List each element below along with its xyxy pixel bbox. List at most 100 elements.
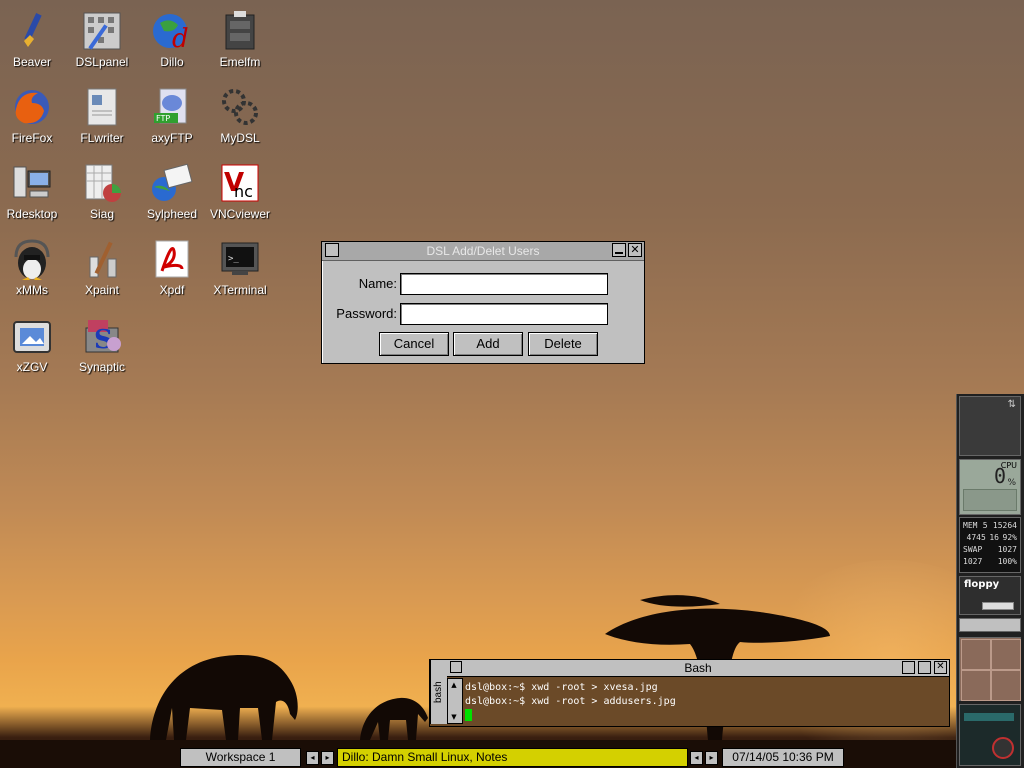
desktop-icon-label: xZGV <box>16 360 48 374</box>
memory-cell: 16 <box>989 533 999 542</box>
dock-control-strip[interactable] <box>959 618 1021 632</box>
close-button[interactable]: ✕ <box>628 243 642 257</box>
minimize-button[interactable] <box>612 243 626 257</box>
sylpheed-icon <box>150 161 194 205</box>
terminal-titlebar[interactable]: Bash ✕ <box>447 660 949 677</box>
desktop-icon-label: FireFox <box>11 131 53 145</box>
memory-row: SWAP 1027 <box>963 544 1017 556</box>
svg-text:>_: >_ <box>228 254 239 264</box>
terminal-menu-button[interactable] <box>450 661 462 673</box>
task-prev-button[interactable]: ◂ <box>690 751 703 765</box>
desktop-icon-synaptic[interactable]: S Synaptic <box>67 310 137 382</box>
pager-cell-3[interactable] <box>961 670 991 701</box>
terminal-scrollbar[interactable]: ▲ ▼ <box>447 678 463 724</box>
terminal-maximize-button[interactable] <box>918 661 931 674</box>
xzgv-icon <box>10 314 54 358</box>
password-input[interactable] <box>400 303 608 325</box>
pager-cell-1[interactable] <box>961 639 991 670</box>
desktop-icon-sylpheed[interactable]: Sylpheed <box>137 157 207 229</box>
desktop-icon-axyftp[interactable]: FTP axyFTP <box>137 81 207 153</box>
desktop-icon-beaver[interactable]: Beaver <box>0 5 67 77</box>
memory-cell: 4745 <box>966 533 986 542</box>
desktop-icon-label: Beaver <box>12 55 52 69</box>
desktop-icon-vncviewer[interactable]: Vnc VNCviewer <box>205 157 275 229</box>
taskbar-task-label: Dillo: Damn Small Linux, Notes <box>342 750 508 764</box>
workspace-label: Workspace 1 <box>205 750 276 764</box>
floppy-eject-icon[interactable] <box>982 602 1014 610</box>
close-icon: ✕ <box>630 243 640 256</box>
desktop-icon-siag[interactable]: Siag <box>67 157 137 229</box>
synaptic-icon: S <box>80 314 124 358</box>
terminal-cursor <box>465 709 472 721</box>
terminal-close-button[interactable]: ✕ <box>934 661 947 674</box>
cpu-unit: % <box>1007 478 1016 488</box>
workspace-next-button[interactable]: ▸ <box>321 751 334 765</box>
mydsl-icon <box>218 85 262 129</box>
password-label: Password: <box>336 306 397 321</box>
bash-terminal-window[interactable]: bash Bash ✕ ▲ ▼ dsl@box:~$ xwd -root > x… <box>429 659 950 727</box>
taskbar-task[interactable]: Dillo: Damn Small Linux, Notes <box>337 748 688 767</box>
xterminal-icon: >_ <box>218 237 262 281</box>
desktop-icon-firefox[interactable]: FireFox <box>0 81 67 153</box>
rdesktop-icon <box>10 161 54 205</box>
workspace-button[interactable]: Workspace 1 <box>180 748 301 767</box>
terminal-side-tab[interactable]: bash <box>430 660 447 724</box>
xpdf-icon <box>150 237 194 281</box>
svg-text:d: d <box>172 24 189 53</box>
terminal-line: dsl@box:~$ xwd -root > addusers.jpg <box>465 696 676 707</box>
workspace-prev-button[interactable]: ◂ <box>306 751 319 765</box>
clock-label: 07/14/05 10:36 PM <box>732 750 834 764</box>
desktop-icon-xpaint[interactable]: Xpaint <box>67 233 137 305</box>
svg-text:nc: nc <box>234 182 253 201</box>
desktop-icon-xterminal[interactable]: >_ XTerminal <box>205 233 275 305</box>
dslpanel-icon <box>80 9 124 53</box>
mixer-bar <box>964 713 1014 721</box>
delete-button[interactable]: Delete <box>528 332 598 356</box>
desktop-icon-emelfm[interactable]: Emelfm <box>205 5 275 77</box>
desktop-icon-mydsl[interactable]: MyDSL <box>205 81 275 153</box>
desktop-icon-label: xMMs <box>16 283 48 297</box>
task-next-button[interactable]: ▸ <box>705 751 718 765</box>
scroll-up-icon[interactable]: ▲ <box>449 680 459 690</box>
desktop-icon-label: axyFTP <box>151 131 193 145</box>
floppy-label: floppy <box>964 579 1000 590</box>
desktop-icon-label: Emelfm <box>219 55 261 69</box>
pager-cell-2[interactable] <box>991 639 1021 670</box>
cpu-graph <box>963 489 1017 511</box>
memory-cell: 5 <box>982 521 988 530</box>
scroll-down-icon[interactable]: ▼ <box>449 712 459 722</box>
dock-arrows-icon: ⇅ <box>1007 399 1016 410</box>
desktop-icon-rdesktop[interactable]: Rdesktop <box>0 157 67 229</box>
desktop-icon-label: XTerminal <box>213 283 267 297</box>
memory-row: 4745 16 92% <box>963 532 1017 544</box>
vncviewer-icon: Vnc <box>218 161 262 205</box>
memory-monitor: MEM 5 15264 4745 16 92% SWAP 1027 1027 100% <box>959 517 1021 573</box>
cancel-button[interactable]: Cancel <box>379 332 449 356</box>
terminal-title: Bash <box>684 661 712 675</box>
add-delete-users-dialog: DSL Add/Delet Users ✕ Name: Password: Ca… <box>321 241 645 364</box>
desktop-icon-xmms[interactable]: xMMs <box>0 233 67 305</box>
desktop-icon-xpdf[interactable]: Xpdf <box>137 233 207 305</box>
desktop-icon-dillo[interactable]: d Dillo <box>137 5 207 77</box>
desktop-icon-label: Dillo <box>160 55 184 69</box>
name-input[interactable] <box>400 273 608 295</box>
desktop-icon-dslpanel[interactable]: DSLpanel <box>67 5 137 77</box>
desktop-icon-xzgv[interactable]: xZGV <box>0 310 67 382</box>
volume-mixer[interactable] <box>959 704 1021 766</box>
workspace-pager[interactable] <box>959 637 1021 701</box>
dock-blank-app[interactable]: ⇅ <box>959 396 1021 456</box>
emelfm-icon <box>218 9 262 53</box>
floppy-monitor[interactable]: floppy <box>959 576 1021 615</box>
memory-cell: 100% <box>997 557 1017 566</box>
memory-cell: 15264 <box>992 521 1017 530</box>
volume-knob-icon[interactable] <box>992 737 1014 759</box>
desktop-icon-label: VNCviewer <box>209 207 270 221</box>
desktop-icon-flwriter[interactable]: FLwriter <box>67 81 137 153</box>
xpaint-icon <box>80 237 124 281</box>
firefox-icon <box>10 85 54 129</box>
pager-cell-4[interactable] <box>991 670 1021 701</box>
terminal-minimize-button[interactable] <box>902 661 915 674</box>
dialog-titlebar[interactable]: DSL Add/Delet Users ✕ <box>322 242 644 261</box>
siag-icon <box>80 161 124 205</box>
add-button[interactable]: Add <box>453 332 523 356</box>
